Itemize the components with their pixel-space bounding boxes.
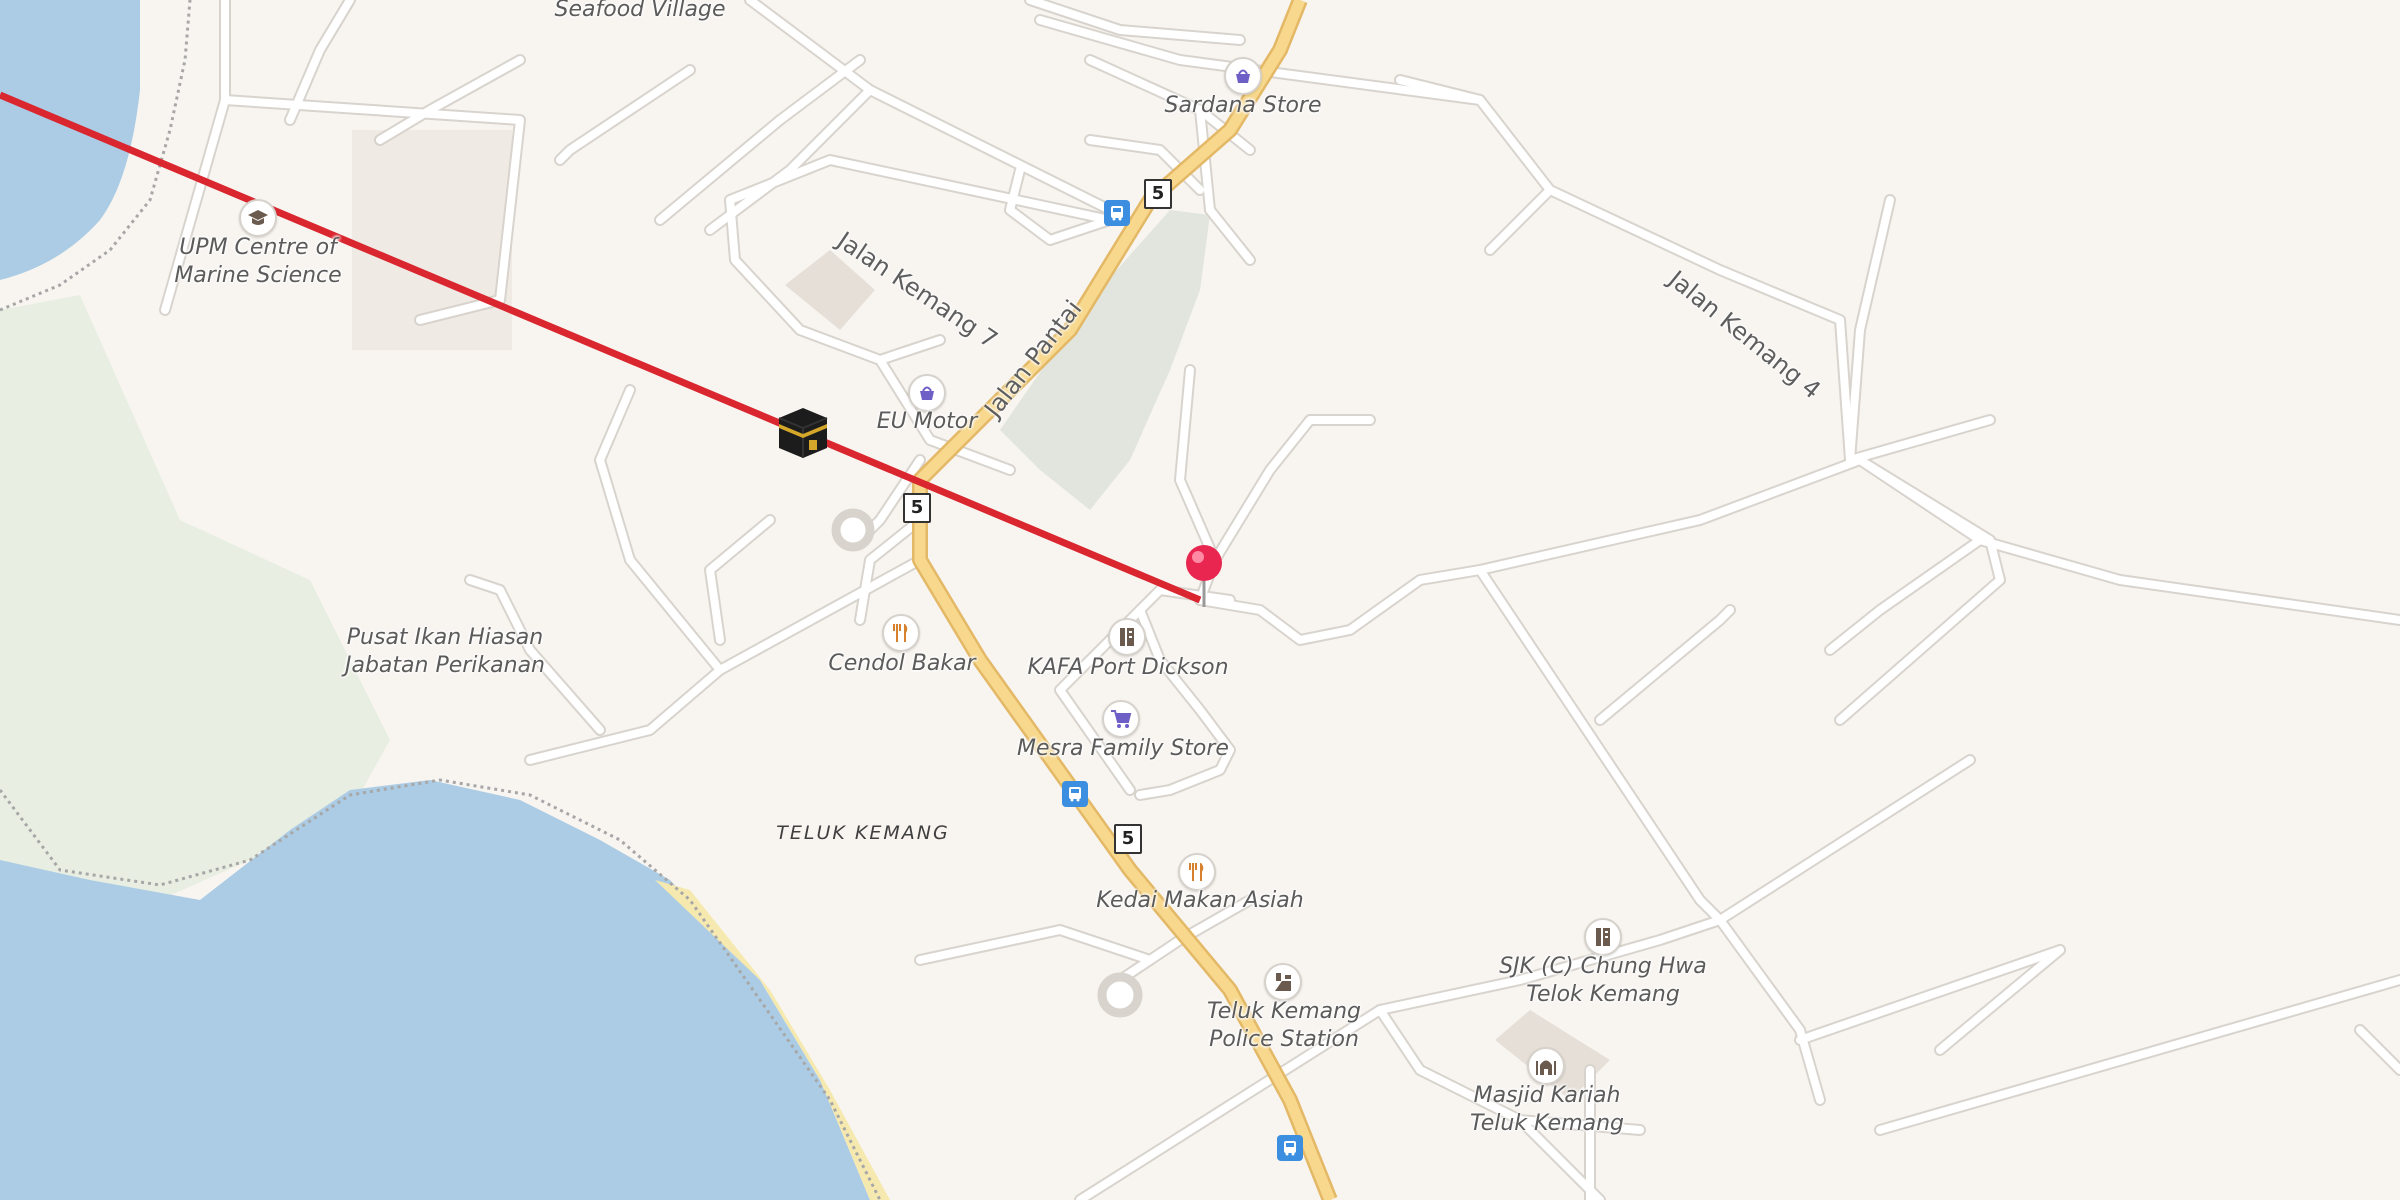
roundabout-north xyxy=(831,508,875,552)
poi-label-sjk[interactable]: SJK (C) Chung Hwa Telok Kemang xyxy=(1499,953,1707,1009)
bus-stop-icon[interactable] xyxy=(1104,200,1130,226)
poi-label-seafood-village[interactable]: Seafood Village xyxy=(555,0,726,24)
shopping-cart-icon[interactable] xyxy=(1102,700,1140,738)
graduation-cap-icon[interactable] xyxy=(239,199,277,237)
poi-label-line: Jabatan Perikanan xyxy=(344,653,546,678)
mosque-icon[interactable] xyxy=(1527,1047,1565,1085)
poi-label-mesra[interactable]: Mesra Family Store xyxy=(1017,735,1229,763)
poi-label-police-station[interactable]: Teluk Kemang Police Station xyxy=(1207,998,1361,1054)
roundabout-south xyxy=(1097,972,1143,1018)
poi-label-line: UPM Centre of xyxy=(179,235,337,260)
poi-label-sardana-store[interactable]: Sardana Store xyxy=(1165,92,1322,120)
poi-label-pusat-ikan[interactable]: Pusat Ikan Hiasan Jabatan Perikanan xyxy=(345,624,545,680)
poi-label-eu-motor[interactable]: EU Motor xyxy=(877,408,978,436)
poi-label-line: Police Station xyxy=(1209,1027,1359,1052)
shopping-basket-icon[interactable] xyxy=(1224,57,1262,95)
poi-label-line: Telok Kemang xyxy=(1526,982,1680,1007)
poi-label-line: Marine Science xyxy=(174,263,342,288)
fork-knife-icon[interactable] xyxy=(882,614,920,652)
poi-label-kedai-makan[interactable]: Kedai Makan Asiah xyxy=(1096,887,1303,915)
kaaba-icon[interactable] xyxy=(773,402,833,462)
poi-label-cendol-bakar[interactable]: Cendol Bakar xyxy=(828,650,975,678)
poi-label-masjid[interactable]: Masjid Kariah Teluk Kemang xyxy=(1470,1082,1624,1138)
route-shield: 5 xyxy=(1114,824,1142,854)
fork-knife-icon[interactable] xyxy=(1178,853,1216,891)
school-icon[interactable] xyxy=(1584,918,1622,956)
poi-label-line: SJK (C) Chung Hwa xyxy=(1499,954,1707,979)
route-shield: 5 xyxy=(903,493,931,523)
location-pin-icon[interactable] xyxy=(1183,543,1225,611)
map-canvas[interactable]: 5 5 5 Seafood Village Sardana Store UPM … xyxy=(0,0,2400,1200)
poi-label-line: Teluk Kemang xyxy=(1469,1111,1625,1136)
poi-label-line: Pusat Ikan Hiasan xyxy=(346,625,544,650)
school-icon[interactable] xyxy=(1108,618,1146,656)
poi-label-upm-centre[interactable]: UPM Centre of Marine Science xyxy=(174,234,341,290)
area-label-teluk-kemang: TELUK KEMANG xyxy=(776,822,950,844)
poi-label-line: Masjid Kariah xyxy=(1473,1083,1621,1108)
bus-stop-icon[interactable] xyxy=(1062,781,1088,807)
bus-stop-icon[interactable] xyxy=(1277,1135,1303,1161)
poi-label-line: Teluk Kemang xyxy=(1206,999,1362,1024)
police-icon[interactable] xyxy=(1264,963,1302,1001)
route-shield: 5 xyxy=(1144,179,1172,209)
poi-label-kafa[interactable]: KAFA Port Dickson xyxy=(1027,654,1228,682)
shopping-basket-icon[interactable] xyxy=(908,374,946,412)
